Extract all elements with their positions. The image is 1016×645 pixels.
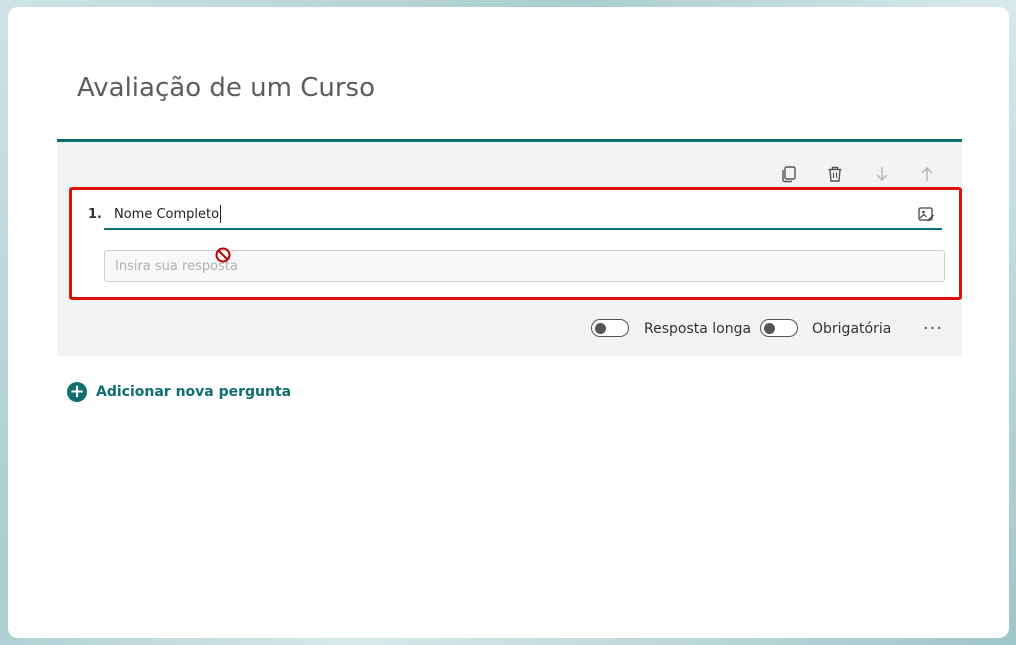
long-answer-toggle[interactable] [591,319,629,337]
question-card[interactable]: 1. Nome Completo Insira sua resposta Res… [57,139,962,356]
required-toggle[interactable] [760,319,798,337]
arrow-down-icon[interactable] [870,162,894,186]
long-answer-label: Resposta longa [644,321,752,337]
form-card: Avaliação de um Curso 1. Nome Completo I… [8,7,1009,638]
copy-icon[interactable] [777,162,801,186]
add-question-button[interactable]: + Adicionar nova pergunta [67,382,291,402]
question-highlight-box: 1. Nome Completo [69,187,962,300]
required-label: Obrigatória [812,321,892,337]
form-title[interactable]: Avaliação de um Curso [77,73,375,103]
trash-icon[interactable] [823,162,847,186]
question-number: 1. [88,207,102,222]
more-options-icon[interactable]: ··· [921,318,945,339]
question-options-row: Resposta longa Obrigatória ··· [57,314,962,346]
no-entry-cursor-icon [215,247,231,263]
plus-circle-icon: + [67,382,87,402]
toggle-knob [595,322,606,334]
toggle-knob [764,322,775,334]
text-caret [220,205,222,223]
add-question-label: Adicionar nova pergunta [96,384,292,400]
question-title-text: Nome Completo [114,206,220,222]
question-title-field[interactable]: Nome Completo [104,200,942,230]
insert-image-icon[interactable] [916,204,936,224]
arrow-up-icon[interactable] [915,162,939,186]
